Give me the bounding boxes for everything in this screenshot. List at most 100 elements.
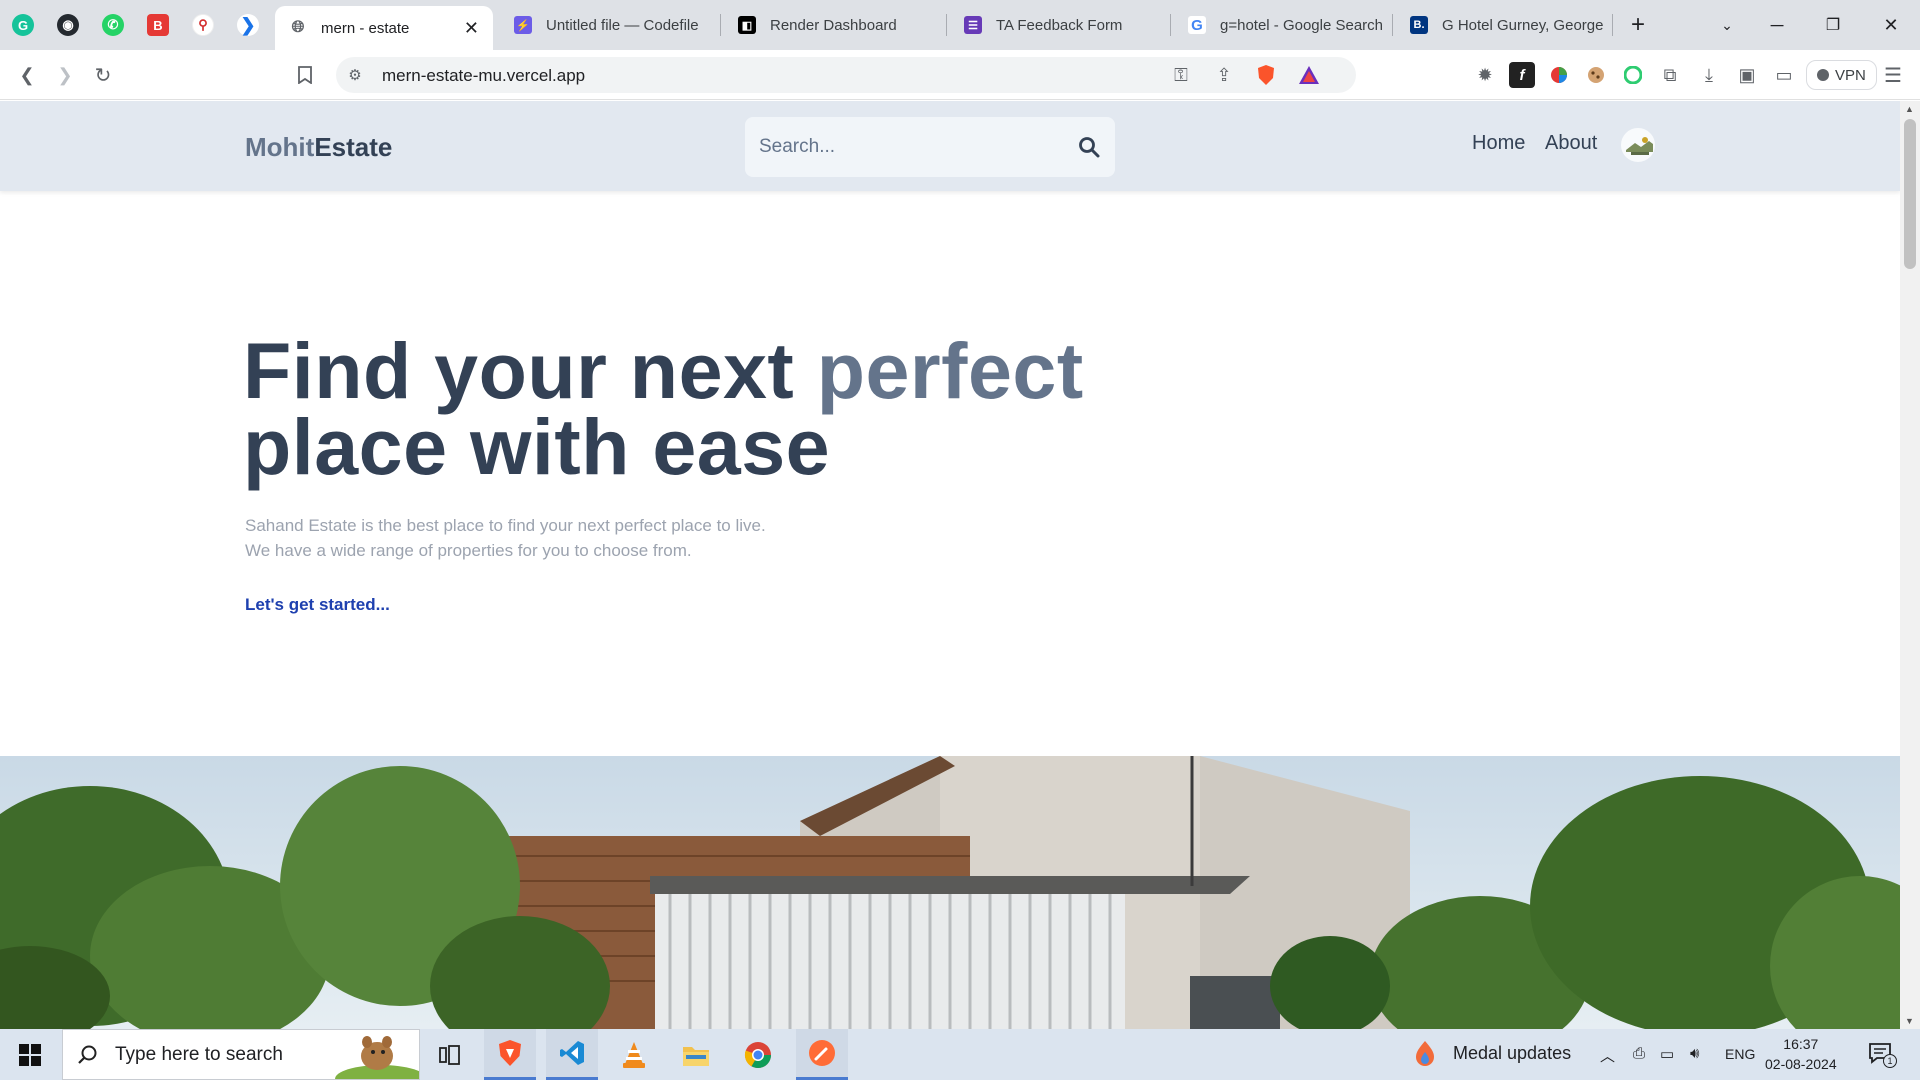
- browser-tab-strip: G ◉ ✆ B ⚲ ❯ 🌐︎ mern - estate ✕ ⚡ Untitle…: [0, 0, 1920, 50]
- taskbar-vscode[interactable]: [546, 1029, 598, 1080]
- page-scrollbar[interactable]: ▲ ▼: [1900, 101, 1920, 1029]
- terminal-icon: ❯: [237, 14, 259, 36]
- tab-ta-feedback[interactable]: ☰ TA Feedback Form: [950, 6, 1165, 44]
- vscode-icon: [560, 1041, 584, 1065]
- windows-taskbar: Type here to search Medal updates ︿ ⎙ ▭ …: [0, 1029, 1920, 1080]
- tab-codefile[interactable]: ⚡ Untitled file — Codefile: [500, 6, 715, 44]
- booking-icon: B.: [1410, 16, 1428, 34]
- tab-title: Untitled file — Codefile: [546, 16, 699, 34]
- page-viewport: MohitEstate Home About Find your next pe…: [0, 101, 1900, 1029]
- taskbar-search-box[interactable]: Type here to search: [62, 1029, 420, 1080]
- taskbar-chrome[interactable]: [732, 1029, 784, 1080]
- grammarly-icon: G: [12, 14, 34, 36]
- pinned-tab-whatsapp[interactable]: ✆: [95, 7, 131, 43]
- globe-icon: 🌐︎: [291, 19, 305, 36]
- hero-title-highlight: perfect: [816, 326, 1084, 415]
- taskbar-file-explorer[interactable]: [670, 1029, 722, 1080]
- green-extension-icon[interactable]: [1620, 62, 1646, 88]
- tab-render[interactable]: ◧ Render Dashboard: [724, 6, 944, 44]
- cookie-extension-icon[interactable]: [1583, 62, 1609, 88]
- sidebar-icon[interactable]: ▣: [1734, 62, 1760, 88]
- bug-extension-icon[interactable]: ✹: [1472, 62, 1498, 88]
- taskbar-vlc[interactable]: [608, 1029, 660, 1080]
- pinned-tab-powershell[interactable]: ❯: [230, 7, 266, 43]
- back-icon[interactable]: ❮: [14, 62, 40, 88]
- taskbar-search-placeholder: Type here to search: [115, 1043, 283, 1065]
- color-picker-icon[interactable]: [1546, 62, 1572, 88]
- brave-rewards-icon[interactable]: [1296, 62, 1322, 88]
- vpn-status-icon: [1817, 69, 1829, 81]
- notifications-button[interactable]: 1: [1868, 1042, 1898, 1070]
- tab-search-chevron-icon[interactable]: ⌄: [1712, 10, 1742, 40]
- clock-date: 02-08-2024: [1765, 1056, 1837, 1072]
- address-bar[interactable]: ⚙ mern-estate-mu.vercel.app ⚿ ⇪: [336, 57, 1356, 93]
- task-view-button[interactable]: [424, 1029, 476, 1080]
- site-search-input[interactable]: [759, 117, 1059, 177]
- chrome-icon: [744, 1041, 772, 1068]
- hero-subtitle-line1: Sahand Estate is the best place to find …: [245, 516, 766, 535]
- meet-now-icon[interactable]: ⎙: [1633, 1045, 1645, 1062]
- site-logo[interactable]: MohitEstate: [245, 132, 392, 163]
- news-widget-text[interactable]: Medal updates: [1453, 1043, 1571, 1064]
- brave-shields-icon[interactable]: [1253, 62, 1279, 88]
- tab-title: Render Dashboard: [770, 16, 897, 34]
- nav-home-link[interactable]: Home: [1472, 132, 1525, 155]
- scroll-up-icon[interactable]: ▲: [1905, 104, 1914, 114]
- taskbar-brave[interactable]: [484, 1029, 536, 1080]
- task-view-icon: [439, 1044, 460, 1065]
- password-key-icon[interactable]: ⚿: [1168, 62, 1194, 88]
- share-icon[interactable]: ⇪: [1211, 62, 1237, 88]
- close-tab-icon[interactable]: ✕: [464, 18, 479, 39]
- logo-part-mohit: Mohit: [245, 132, 315, 162]
- scroll-down-icon[interactable]: ▼: [1905, 1016, 1914, 1026]
- tab-separator: [1170, 14, 1171, 36]
- clock[interactable]: 16:37 02-08-2024: [1765, 1034, 1837, 1074]
- tab-mern-estate[interactable]: 🌐︎ mern - estate ✕: [275, 6, 493, 50]
- show-hidden-icons-chevron-icon[interactable]: ︿: [1600, 1045, 1615, 1066]
- get-started-link[interactable]: Let's get started...: [245, 595, 390, 615]
- brave-browser-icon: [499, 1040, 521, 1066]
- medal-updates-icon[interactable]: [1412, 1040, 1438, 1070]
- url-text[interactable]: mern-estate-mu.vercel.app: [382, 66, 585, 86]
- battery-icon[interactable]: ▭: [1660, 1045, 1674, 1063]
- pinned-tab-github[interactable]: ◉: [50, 7, 86, 43]
- download-icon[interactable]: ⤓: [1696, 62, 1722, 88]
- scrollbar-thumb[interactable]: [1904, 119, 1916, 269]
- tab-google-search[interactable]: G g=hotel - Google Search: [1174, 6, 1389, 44]
- font-extension-icon[interactable]: f: [1509, 62, 1535, 88]
- property-banner-image: [0, 756, 1900, 1029]
- vpn-button[interactable]: VPN: [1806, 60, 1877, 90]
- tab-separator: [946, 14, 947, 36]
- tab-separator: [1392, 14, 1393, 36]
- tab-title: g=hotel - Google Search: [1220, 16, 1384, 34]
- menu-icon[interactable]: ☰: [1880, 62, 1906, 88]
- profile-avatar[interactable]: [1620, 127, 1656, 163]
- reload-icon[interactable]: ↻: [90, 62, 116, 88]
- pinned-tab-grammarly[interactable]: G: [5, 7, 41, 43]
- volume-icon[interactable]: 🔊︎: [1690, 1045, 1699, 1062]
- render-icon: ◧: [738, 16, 756, 34]
- pinned-tab-reader[interactable]: B: [140, 7, 176, 43]
- windows-logo-icon: [19, 1043, 41, 1066]
- nav-about-link[interactable]: About: [1545, 132, 1597, 155]
- pinned-tab-app[interactable]: ⚲: [185, 7, 221, 43]
- forms-icon: ☰: [964, 16, 982, 34]
- language-indicator[interactable]: ENG: [1725, 1046, 1755, 1062]
- new-tab-icon[interactable]: +: [1623, 10, 1653, 40]
- site-header: MohitEstate Home About: [0, 101, 1900, 191]
- bookmark-icon[interactable]: [292, 62, 318, 88]
- start-button[interactable]: [4, 1029, 56, 1080]
- minimize-icon[interactable]: ─: [1762, 10, 1792, 40]
- vpn-label: VPN: [1835, 66, 1866, 84]
- taskbar-search-icon: [78, 1045, 97, 1064]
- github-icon: ◉: [57, 14, 79, 36]
- wallet-icon[interactable]: ▭: [1771, 62, 1797, 88]
- close-window-icon[interactable]: ✕: [1876, 10, 1906, 40]
- tab-booking[interactable]: B. G Hotel Gurney, George: [1396, 6, 1606, 44]
- extensions-puzzle-icon[interactable]: ⧉: [1657, 62, 1683, 88]
- search-icon[interactable]: [1077, 135, 1101, 159]
- taskbar-postman[interactable]: [796, 1029, 848, 1080]
- restore-icon[interactable]: ❐: [1818, 10, 1848, 40]
- forward-icon[interactable]: ❯: [52, 62, 78, 88]
- site-settings-icon[interactable]: ⚙: [342, 62, 368, 88]
